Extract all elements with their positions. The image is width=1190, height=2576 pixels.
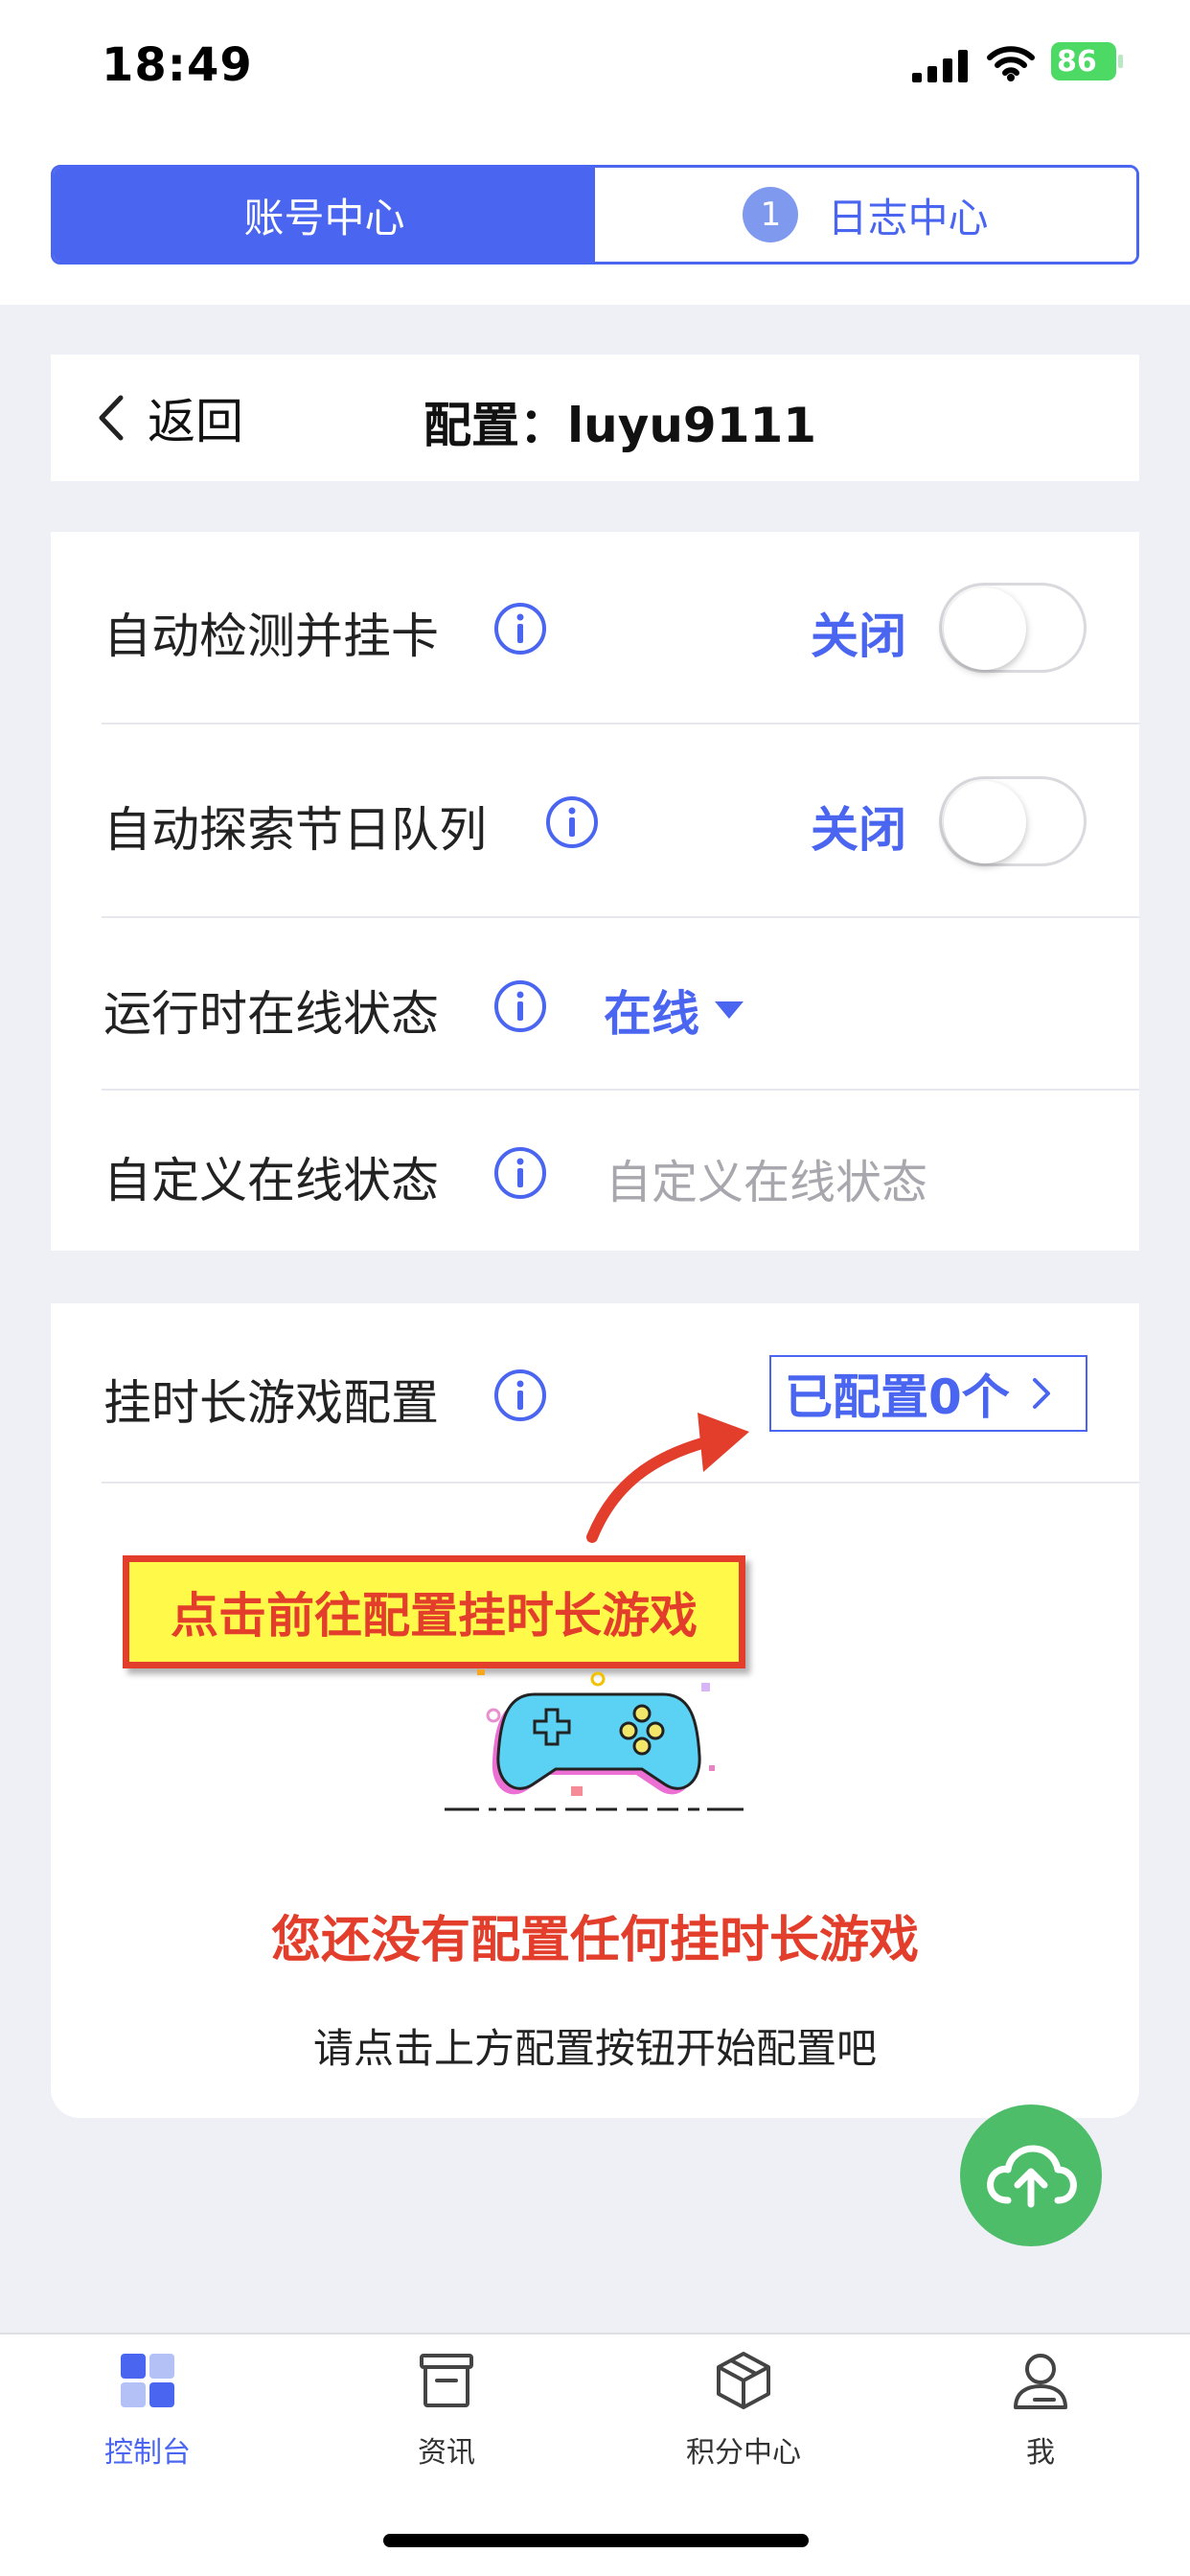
tab-dashboard[interactable]: 控制台 [23, 2350, 272, 2471]
custom-status-input[interactable]: 自定义在线状态 [606, 1144, 927, 1211]
tab-profile-label: 我 [1026, 2436, 1055, 2470]
chevron-right-icon [1032, 1378, 1050, 1409]
annotation-callout: 点击前往配置挂时长游戏 [123, 1555, 745, 1668]
page-title: 配置：luyu9111 [423, 398, 817, 453]
divider [102, 723, 1139, 724]
status-time: 18:49 [102, 38, 253, 92]
profile-icon [1014, 2354, 1067, 2409]
top-segmented-control: 账号中心 1 日志中心 [51, 165, 1139, 264]
empty-state-title: 您还没有配置任何挂时长游戏 [270, 1912, 919, 1969]
tab-log-center-label: 日志中心 [827, 194, 989, 242]
cloud-upload-button[interactable] [960, 2104, 1102, 2246]
tab-account-center-label: 账号中心 [243, 194, 405, 242]
tab-news-label: 资讯 [418, 2436, 475, 2470]
tab-profile[interactable]: 我 [916, 2350, 1165, 2471]
empty-state-subtitle: 请点击上方配置按钮开始配置吧 [312, 2025, 877, 2072]
log-count-badge: 1 [743, 187, 799, 242]
dropdown-value: 在线 [604, 986, 699, 1042]
tab-news[interactable]: 资讯 [322, 2350, 571, 2471]
info-icon[interactable] [544, 794, 600, 850]
home-indicator [383, 2534, 809, 2547]
chevron-left-icon [99, 395, 124, 441]
online-status-dropdown[interactable]: 在线 [604, 976, 744, 1045]
tab-points-center[interactable]: 积分中心 [619, 2350, 868, 2471]
annotation-arrow-icon [586, 1413, 749, 1543]
divider [102, 1089, 1139, 1091]
cellular-signal-icon [912, 50, 968, 82]
tab-points-center-label: 积分中心 [686, 2436, 801, 2470]
setting-label-auto-explore: 自动探索节日队列 [103, 802, 487, 858]
toggle-state-label: 关闭 [811, 609, 906, 664]
box-icon [717, 2352, 770, 2409]
auto-explore-toggle[interactable] [939, 776, 1087, 866]
info-icon[interactable] [492, 1368, 548, 1423]
battery-level: 86 [1057, 45, 1097, 79]
toggle-knob [944, 781, 1026, 863]
back-button[interactable]: 返回 [96, 383, 243, 452]
tab-log-center[interactable]: 1 日志中心 [595, 168, 1136, 262]
wifi-icon [987, 46, 1035, 81]
configured-games-button[interactable]: 已配置0个 [769, 1355, 1087, 1432]
setting-label-online-status: 运行时在线状态 [103, 986, 439, 1042]
setting-label-game-config: 挂时长游戏配置 [103, 1375, 439, 1431]
toggle-knob [944, 587, 1026, 670]
news-icon [420, 2354, 473, 2407]
gamepad-illustration-icon [445, 1669, 744, 1811]
callout-text: 点击前往配置挂时长游戏 [171, 1588, 698, 1644]
divider [102, 916, 1139, 918]
tab-dashboard-label: 控制台 [104, 2436, 191, 2470]
setting-label-auto-detect: 自动检测并挂卡 [103, 609, 439, 664]
back-label: 返回 [148, 394, 243, 449]
setting-label-custom-status: 自定义在线状态 [103, 1153, 439, 1208]
configured-games-label: 已配置0个 [785, 1369, 1010, 1425]
toggle-state-label: 关闭 [811, 802, 906, 858]
dashboard-icon [121, 2354, 174, 2407]
info-icon[interactable] [492, 1145, 548, 1201]
tab-account-center[interactable]: 账号中心 [54, 168, 595, 262]
cloud-upload-icon [987, 2145, 1077, 2208]
info-icon[interactable] [492, 978, 548, 1034]
info-icon[interactable] [492, 601, 548, 656]
caret-down-icon [715, 1001, 744, 1019]
battery-icon: 86 [1051, 42, 1124, 80]
auto-detect-toggle[interactable] [939, 583, 1087, 673]
